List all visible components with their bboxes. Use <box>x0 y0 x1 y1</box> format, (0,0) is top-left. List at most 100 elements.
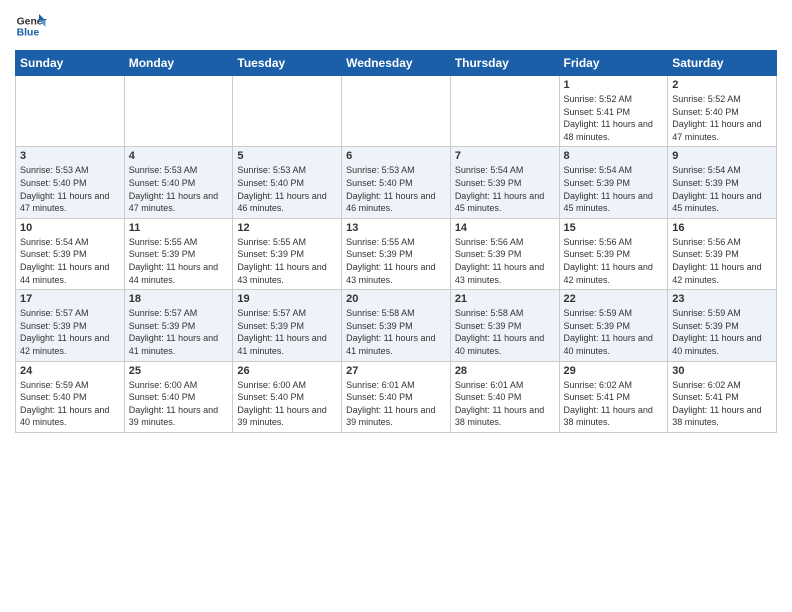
calendar-cell: 15 Sunrise: 5:56 AM Sunset: 5:39 PM Dayli… <box>559 218 668 289</box>
day-info: Sunrise: 5:55 AM Sunset: 5:39 PM Dayligh… <box>237 236 337 286</box>
day-number: 11 <box>129 222 229 234</box>
calendar-cell <box>16 76 125 147</box>
day-info: Sunrise: 5:58 AM Sunset: 5:39 PM Dayligh… <box>346 307 446 357</box>
day-info: Sunrise: 5:54 AM Sunset: 5:39 PM Dayligh… <box>564 164 664 214</box>
calendar-cell <box>450 76 559 147</box>
day-info: Sunrise: 5:53 AM Sunset: 5:40 PM Dayligh… <box>346 164 446 214</box>
day-number: 1 <box>564 79 664 91</box>
day-number: 9 <box>672 150 772 162</box>
day-info: Sunrise: 5:55 AM Sunset: 5:39 PM Dayligh… <box>346 236 446 286</box>
calendar-cell: 18 Sunrise: 5:57 AM Sunset: 5:39 PM Dayli… <box>124 290 233 361</box>
day-number: 16 <box>672 222 772 234</box>
weekday-header-friday: Friday <box>559 51 668 76</box>
logo-icon: General Blue <box>15 10 47 42</box>
calendar-cell: 28 Sunrise: 6:01 AM Sunset: 5:40 PM Dayli… <box>450 361 559 432</box>
day-number: 4 <box>129 150 229 162</box>
day-info: Sunrise: 6:02 AM Sunset: 5:41 PM Dayligh… <box>564 379 664 429</box>
day-info: Sunrise: 5:54 AM Sunset: 5:39 PM Dayligh… <box>20 236 120 286</box>
day-number: 7 <box>455 150 555 162</box>
calendar-cell: 8Sunrise: 5:54 AM Sunset: 5:39 PM Daylig… <box>559 147 668 218</box>
day-info: Sunrise: 5:54 AM Sunset: 5:39 PM Dayligh… <box>672 164 772 214</box>
day-number: 23 <box>672 293 772 305</box>
calendar-cell: 14 Sunrise: 5:56 AM Sunset: 5:39 PM Dayli… <box>450 218 559 289</box>
calendar-cell: 25 Sunrise: 6:00 AM Sunset: 5:40 PM Dayli… <box>124 361 233 432</box>
calendar-cell: 24 Sunrise: 5:59 AM Sunset: 5:40 PM Dayli… <box>16 361 125 432</box>
calendar-table: SundayMondayTuesdayWednesdayThursdayFrid… <box>15 50 777 433</box>
weekday-header-sunday: Sunday <box>16 51 125 76</box>
calendar-cell: 21 Sunrise: 5:58 AM Sunset: 5:39 PM Dayli… <box>450 290 559 361</box>
day-number: 29 <box>564 365 664 377</box>
calendar-week-2: 3 Sunrise: 5:53 AM Sunset: 5:40 PM Daylig… <box>16 147 777 218</box>
calendar-cell: 4 Sunrise: 5:53 AM Sunset: 5:40 PM Daylig… <box>124 147 233 218</box>
calendar-week-3: 10 Sunrise: 5:54 AM Sunset: 5:39 PM Dayli… <box>16 218 777 289</box>
day-number: 26 <box>237 365 337 377</box>
calendar-cell: 13 Sunrise: 5:55 AM Sunset: 5:39 PM Dayli… <box>342 218 451 289</box>
day-info: Sunrise: 5:57 AM Sunset: 5:39 PM Dayligh… <box>20 307 120 357</box>
weekday-header-wednesday: Wednesday <box>342 51 451 76</box>
day-number: 24 <box>20 365 120 377</box>
calendar-cell: 22Sunrise: 5:59 AM Sunset: 5:39 PM Dayli… <box>559 290 668 361</box>
svg-text:Blue: Blue <box>17 28 40 39</box>
calendar-cell: 10 Sunrise: 5:54 AM Sunset: 5:39 PM Dayli… <box>16 218 125 289</box>
page: General Blue SundayMondayTuesdayWednesda… <box>0 0 792 443</box>
day-number: 15 <box>564 222 664 234</box>
calendar-cell: 26 Sunrise: 6:00 AM Sunset: 5:40 PM Dayli… <box>233 361 342 432</box>
day-info: Sunrise: 5:56 AM Sunset: 5:39 PM Dayligh… <box>455 236 555 286</box>
day-number: 10 <box>20 222 120 234</box>
calendar-cell: 17 Sunrise: 5:57 AM Sunset: 5:39 PM Dayli… <box>16 290 125 361</box>
header: General Blue <box>15 10 777 42</box>
calendar-cell: 1 Sunrise: 5:52 AM Sunset: 5:41 PM Daylig… <box>559 76 668 147</box>
weekday-header-row: SundayMondayTuesdayWednesdayThursdayFrid… <box>16 51 777 76</box>
calendar-cell: 20 Sunrise: 5:58 AM Sunset: 5:39 PM Dayli… <box>342 290 451 361</box>
calendar-cell: 23 Sunrise: 5:59 AM Sunset: 5:39 PM Dayli… <box>668 290 777 361</box>
calendar-cell <box>233 76 342 147</box>
calendar-cell: 11 Sunrise: 5:55 AM Sunset: 5:39 PM Dayli… <box>124 218 233 289</box>
day-number: 17 <box>20 293 120 305</box>
day-info: Sunrise: 5:54 AM Sunset: 5:39 PM Dayligh… <box>455 164 555 214</box>
calendar-cell: 16Sunrise: 5:56 AM Sunset: 5:39 PM Dayli… <box>668 218 777 289</box>
day-number: 5 <box>237 150 337 162</box>
day-number: 13 <box>346 222 446 234</box>
day-info: Sunrise: 5:59 AM Sunset: 5:39 PM Dayligh… <box>672 307 772 357</box>
day-number: 19 <box>237 293 337 305</box>
day-number: 28 <box>455 365 555 377</box>
calendar-week-4: 17 Sunrise: 5:57 AM Sunset: 5:39 PM Dayli… <box>16 290 777 361</box>
day-info: Sunrise: 5:53 AM Sunset: 5:40 PM Dayligh… <box>237 164 337 214</box>
day-info: Sunrise: 6:00 AM Sunset: 5:40 PM Dayligh… <box>237 379 337 429</box>
calendar-cell: 7 Sunrise: 5:54 AM Sunset: 5:39 PM Daylig… <box>450 147 559 218</box>
day-info: Sunrise: 5:53 AM Sunset: 5:40 PM Dayligh… <box>129 164 229 214</box>
day-info: Sunrise: 5:57 AM Sunset: 5:39 PM Dayligh… <box>237 307 337 357</box>
day-number: 3 <box>20 150 120 162</box>
day-info: Sunrise: 6:00 AM Sunset: 5:40 PM Dayligh… <box>129 379 229 429</box>
calendar-cell: 2Sunrise: 5:52 AM Sunset: 5:40 PM Daylig… <box>668 76 777 147</box>
day-info: Sunrise: 5:57 AM Sunset: 5:39 PM Dayligh… <box>129 307 229 357</box>
day-info: Sunrise: 6:01 AM Sunset: 5:40 PM Dayligh… <box>346 379 446 429</box>
calendar-week-1: 1 Sunrise: 5:52 AM Sunset: 5:41 PM Daylig… <box>16 76 777 147</box>
calendar-cell: 6 Sunrise: 5:53 AM Sunset: 5:40 PM Daylig… <box>342 147 451 218</box>
calendar-week-5: 24 Sunrise: 5:59 AM Sunset: 5:40 PM Dayli… <box>16 361 777 432</box>
day-number: 30 <box>672 365 772 377</box>
calendar-cell: 29 Sunrise: 6:02 AM Sunset: 5:41 PM Dayli… <box>559 361 668 432</box>
day-number: 18 <box>129 293 229 305</box>
day-info: Sunrise: 5:52 AM Sunset: 5:41 PM Dayligh… <box>564 93 664 143</box>
calendar-cell <box>342 76 451 147</box>
day-number: 14 <box>455 222 555 234</box>
day-number: 12 <box>237 222 337 234</box>
day-number: 22 <box>564 293 664 305</box>
calendar-cell: 27 Sunrise: 6:01 AM Sunset: 5:40 PM Dayli… <box>342 361 451 432</box>
calendar-cell: 3Sunrise: 5:53 AM Sunset: 5:40 PM Daylig… <box>16 147 125 218</box>
day-number: 20 <box>346 293 446 305</box>
day-number: 21 <box>455 293 555 305</box>
day-info: Sunrise: 5:55 AM Sunset: 5:39 PM Dayligh… <box>129 236 229 286</box>
day-number: 6 <box>346 150 446 162</box>
day-info: Sunrise: 5:59 AM Sunset: 5:40 PM Dayligh… <box>20 379 120 429</box>
logo: General Blue <box>15 10 47 42</box>
day-info: Sunrise: 6:01 AM Sunset: 5:40 PM Dayligh… <box>455 379 555 429</box>
day-info: Sunrise: 5:56 AM Sunset: 5:39 PM Dayligh… <box>564 236 664 286</box>
calendar-cell: 12 Sunrise: 5:55 AM Sunset: 5:39 PM Dayli… <box>233 218 342 289</box>
weekday-header-monday: Monday <box>124 51 233 76</box>
day-info: Sunrise: 5:58 AM Sunset: 5:39 PM Dayligh… <box>455 307 555 357</box>
day-number: 27 <box>346 365 446 377</box>
calendar-cell: 30Sunrise: 6:02 AM Sunset: 5:41 PM Dayli… <box>668 361 777 432</box>
day-number: 25 <box>129 365 229 377</box>
